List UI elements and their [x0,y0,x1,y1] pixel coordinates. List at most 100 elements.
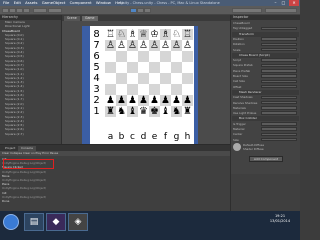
start-button[interactable] [3,214,19,230]
board-square[interactable] [116,62,127,73]
console-toolbar[interactable]: Clear Collapse Clear on Play Error Pause [0,151,230,156]
board-square[interactable]: ♞ [116,106,127,117]
menu-edit[interactable]: Edit [14,0,21,5]
chess-board[interactable]: 8 ♖ ♘ ♗ ♕ ♔ ♗ ♘ ♖ 7 ♙ ♙ ♙ ♙ ♙ ♙ ♙ ♙ 6 5 4 3 2 ♟ ♟ ♟ ♟ ♟ ♟ ♟ ♟ 1 ♜ ♞ ♝ ♛ ♚ ♝ ♞ ♜… [90,26,194,144]
chess-piece[interactable]: ♙ [105,40,116,51]
chess-piece[interactable]: ♖ [182,29,193,40]
menu-assets[interactable]: Assets [25,0,37,5]
chess-piece[interactable]: ♘ [116,29,127,40]
hierarchy-item[interactable]: Square (2,7) [0,132,61,136]
inspector-field-input[interactable] [261,111,297,115]
component-header[interactable]: Transform [232,31,299,37]
board-square[interactable]: ♛ [138,106,149,117]
inspector-field-input[interactable] [261,95,297,99]
board-square[interactable]: ♝ [127,106,138,117]
chess-piece[interactable]: ♗ [160,29,171,40]
inspector-field-input[interactable] [261,100,297,105]
chess-piece[interactable]: ♟ [182,95,193,106]
console-log-line[interactable]: Done [2,199,9,203]
menu-window[interactable]: Window [96,0,111,5]
board-square[interactable]: ♟ [116,95,127,106]
unity-taskbar-icon[interactable]: ◈ [68,213,88,231]
chess-piece[interactable]: ♔ [149,29,160,40]
board-square[interactable] [105,84,116,95]
pivot-toggle[interactable] [33,8,47,13]
board-square[interactable] [127,51,138,62]
board-square[interactable]: ♙ [171,40,182,51]
chess-piece[interactable]: ♙ [149,40,160,51]
board-square[interactable] [138,84,149,95]
chess-piece[interactable]: ♗ [127,29,138,40]
board-square[interactable] [105,73,116,84]
inspector-field-input[interactable] [261,132,297,137]
console-log-line[interactable]: UnityEngine.Debug:Log(Object) [2,186,46,190]
board-square[interactable] [138,62,149,73]
board-square[interactable] [182,84,193,95]
component-header[interactable]: Mesh Renderer [232,89,299,95]
board-square[interactable]: ♟ [127,95,138,106]
inspector-field-input[interactable] [261,69,297,73]
board-square[interactable] [138,73,149,84]
board-square[interactable]: ♙ [149,40,160,51]
inspector-field-input[interactable] [261,58,297,62]
inspector-field-input[interactable] [261,26,297,31]
layout-dropdown[interactable] [265,8,297,13]
chess-piece[interactable]: ♞ [171,106,182,117]
inspector-field-input[interactable] [261,122,297,126]
menu-file[interactable]: File [3,0,9,5]
chess-piece[interactable]: ♞ [116,106,127,117]
taskbar-clock[interactable]: 19:21 13/01/2014 [262,214,298,224]
chess-piece[interactable]: ♖ [105,29,116,40]
board-square[interactable] [105,62,116,73]
component-header[interactable]: Chess Board (Script) [232,52,299,58]
board-square[interactable]: ♙ [116,40,127,51]
board-square[interactable] [160,62,171,73]
inspector-field-input[interactable] [261,79,297,84]
board-square[interactable]: ♘ [171,29,182,40]
board-square[interactable]: ♟ [138,95,149,106]
inspector-field-input[interactable] [261,137,297,142]
board-square[interactable]: ♟ [149,95,160,106]
board-square[interactable] [182,62,193,73]
board-square[interactable]: ♞ [171,106,182,117]
menu-component[interactable]: Component [70,0,92,5]
board-square[interactable]: ♙ [182,40,193,51]
chess-piece[interactable]: ♟ [127,95,138,106]
inspector-field-input[interactable] [261,106,297,110]
chess-piece[interactable]: ♙ [138,40,149,51]
chess-piece[interactable]: ♝ [160,106,171,117]
board-square[interactable]: ♔ [149,29,160,40]
board-square[interactable] [149,51,160,62]
board-square[interactable] [149,84,160,95]
tab-scene[interactable]: Scene [64,16,80,21]
chess-piece[interactable]: ♙ [127,40,138,51]
board-square[interactable] [116,73,127,84]
board-square[interactable] [160,73,171,84]
chess-piece[interactable]: ♟ [160,95,171,106]
visual-studio-taskbar-icon[interactable]: ◆ [46,213,66,231]
chess-piece[interactable]: ♕ [138,29,149,40]
board-square[interactable] [182,73,193,84]
chess-piece[interactable]: ♟ [171,95,182,106]
board-square[interactable] [149,73,160,84]
inspector-field-input[interactable] [261,84,297,89]
chess-piece[interactable]: ♙ [182,40,193,51]
chess-piece[interactable]: ♚ [149,106,160,117]
board-square[interactable]: ♙ [160,40,171,51]
layers-dropdown[interactable] [232,8,262,13]
board-square[interactable]: ♙ [138,40,149,51]
board-square[interactable] [160,51,171,62]
board-square[interactable] [171,84,182,95]
board-square[interactable]: ♚ [149,106,160,117]
board-square[interactable] [127,62,138,73]
tab-game[interactable]: Game [82,16,98,21]
chess-piece[interactable]: ♟ [149,95,160,106]
chess-piece[interactable]: ♜ [182,106,193,117]
board-square[interactable]: ♙ [127,40,138,51]
inspector-field-input[interactable] [261,74,297,78]
board-square[interactable]: ♝ [160,106,171,117]
board-square[interactable] [182,51,193,62]
board-square[interactable]: ♖ [105,29,116,40]
inspector-field-input[interactable] [261,47,297,52]
chess-piece[interactable]: ♛ [138,106,149,117]
